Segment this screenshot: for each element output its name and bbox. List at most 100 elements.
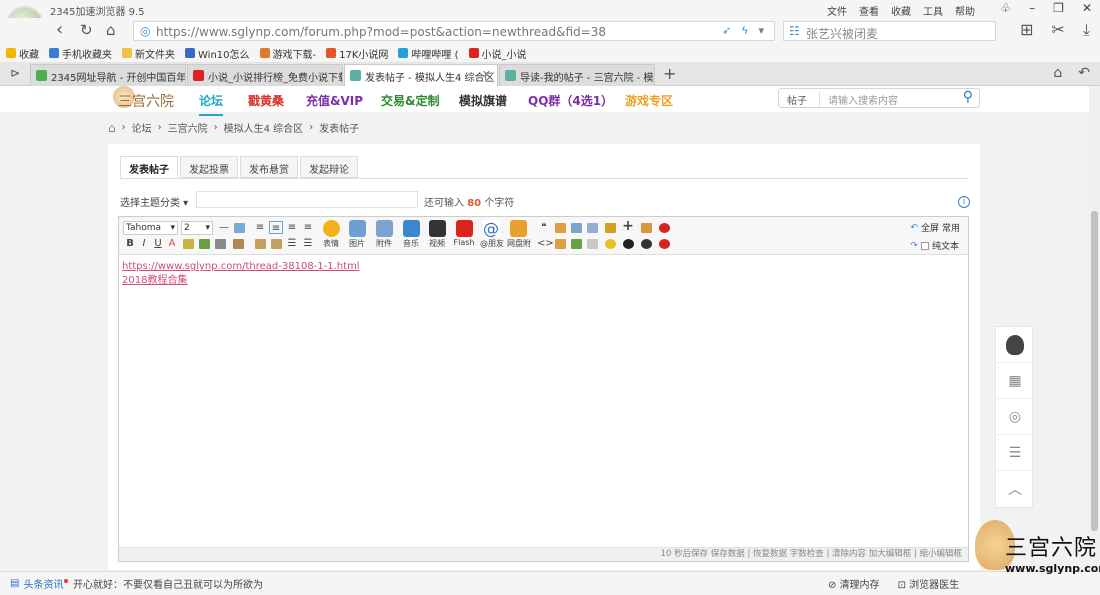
undo-icon[interactable]: ↶ xyxy=(1078,65,1090,81)
sound-icon[interactable] xyxy=(641,223,652,233)
bookmark-novel[interactable]: 小说_小说 xyxy=(468,46,527,61)
bolt-icon[interactable]: ϟ xyxy=(741,24,748,37)
tab-novel[interactable]: 小说_小说排行榜_免费小说下载 xyxy=(187,64,343,86)
extensions-icon[interactable]: ⌂ xyxy=(1053,65,1062,81)
sell-icon[interactable] xyxy=(555,239,566,249)
apps-icon[interactable]: ⊞ xyxy=(1020,20,1033,40)
home-icon[interactable]: ⌂ xyxy=(106,20,116,40)
flash-button[interactable]: Flash xyxy=(453,220,475,247)
code-icon[interactable]: <> xyxy=(537,237,554,250)
tab-reward[interactable]: 发布悬赏 xyxy=(240,156,298,178)
rocket-icon[interactable]: ➶ xyxy=(722,24,731,37)
tab-poll[interactable]: 发起投票 xyxy=(180,156,238,178)
site-logo[interactable]: 三宫六院 xyxy=(118,91,174,111)
unlink-icon[interactable] xyxy=(215,239,226,249)
weibo-icon[interactable] xyxy=(659,223,670,233)
breadcrumb-sglynp[interactable]: 三宫六院 xyxy=(168,120,208,135)
qr-code-icon[interactable]: ▦ xyxy=(996,363,1034,399)
sidebar-toggle-icon[interactable]: ⊳ xyxy=(10,66,20,80)
free-icon[interactable] xyxy=(571,223,582,233)
mention-button[interactable]: @ @朋友 xyxy=(480,220,504,249)
float-right-icon[interactable] xyxy=(271,239,282,249)
align-right-icon[interactable]: ≡ xyxy=(285,221,299,234)
menu-tools[interactable]: 工具 xyxy=(923,3,943,18)
news-link[interactable]: ▤ 头条资讯 xyxy=(10,576,69,591)
minimize-button[interactable]: – xyxy=(1029,1,1035,15)
avatar-icon[interactable] xyxy=(996,327,1034,363)
close-window-button[interactable]: ✕ xyxy=(1082,1,1092,15)
menu-file[interactable]: 文件 xyxy=(827,3,847,18)
bookmark-games[interactable]: 游戏下载- xyxy=(259,46,316,61)
font-size-select[interactable]: 2 ▾ xyxy=(181,221,213,235)
lock-icon[interactable] xyxy=(555,223,566,233)
nav-chuo[interactable]: 戳黄桑 xyxy=(248,92,284,109)
content-link[interactable]: https://www.sglynp.com/thread-38108-1-1.… xyxy=(122,260,360,274)
scrollbar-thumb[interactable] xyxy=(1091,211,1098,531)
font-color-icon[interactable]: A xyxy=(165,237,179,250)
browser-doctor-button[interactable]: ⊡ 浏览器医生 xyxy=(898,576,960,591)
tab-new-thread[interactable]: 发表帖子 - 模拟人生4 综合区 ✕ xyxy=(344,64,498,86)
back-to-top-icon[interactable]: ︿ xyxy=(996,471,1034,507)
image-button[interactable]: 图片 xyxy=(346,220,368,249)
nav-qq[interactable]: QQ群（4选1） xyxy=(528,92,613,109)
fullscreen-button[interactable]: 全屏 xyxy=(921,221,939,234)
italic-icon[interactable]: I xyxy=(137,237,151,250)
nav-forum[interactable]: 论坛 xyxy=(199,92,224,116)
tab-my-posts[interactable]: 导读-我的帖子 - 三宫六院 - 模 xyxy=(499,64,655,86)
common-button[interactable]: 常用 xyxy=(942,221,960,234)
attachment-button[interactable]: 附件 xyxy=(373,220,395,249)
music-button[interactable]: 音乐 xyxy=(400,220,422,249)
restore-button[interactable]: ❐ xyxy=(1053,1,1064,15)
nav-vip[interactable]: 充值&VIP xyxy=(306,92,363,109)
redo-icon[interactable]: ↷ xyxy=(910,241,918,251)
editor-footer[interactable]: 10 秒后保存 保存数据 | 恢复数据 字数检查 | 清除内容 加大编辑框 | … xyxy=(119,547,968,561)
back-icon[interactable]: ‹ xyxy=(56,20,63,40)
tab-new-post[interactable]: 发表帖子 xyxy=(120,156,178,178)
bookmark-mobile[interactable]: 手机收藏夹 xyxy=(49,46,112,61)
unordered-list-icon[interactable]: ☰ xyxy=(301,237,315,250)
plaintext-checkbox[interactable] xyxy=(920,241,929,250)
clean-memory-button[interactable]: ⊘ 清理内存 xyxy=(828,576,880,591)
album-icon[interactable] xyxy=(571,239,582,249)
search-type-select[interactable]: 帖子 xyxy=(787,92,807,107)
site-search-input[interactable]: 请输入搜索内容 xyxy=(819,92,898,107)
hide-icon[interactable] xyxy=(587,223,598,233)
refresh-icon[interactable]: ↻ xyxy=(80,20,93,40)
font-select[interactable]: Tahoma ▾ xyxy=(123,221,178,235)
ordered-list-icon[interactable]: ☰ xyxy=(285,237,299,250)
address-text[interactable]: https://www.sglynp.com/forum.php?mod=pos… xyxy=(156,25,606,39)
checkin-icon[interactable]: ◎ xyxy=(996,399,1034,435)
bookmark-favorites[interactable]: 收藏 xyxy=(6,46,39,61)
scissors-icon[interactable]: ✂ xyxy=(1052,20,1065,40)
qq-icon[interactable] xyxy=(623,239,634,249)
bookmark-folder[interactable]: 新文件夹 xyxy=(122,46,175,61)
align-center-icon[interactable]: ≡ xyxy=(269,221,283,234)
netdisk-button[interactable]: 网盘附 xyxy=(507,220,531,249)
dropdown-icon[interactable]: ▾ xyxy=(758,24,764,37)
tab-debate[interactable]: 发起辩论 xyxy=(300,156,358,178)
download-icon[interactable]: ⤓ xyxy=(1083,20,1090,40)
breadcrumb-forum[interactable]: 论坛 xyxy=(132,120,152,135)
home-icon[interactable]: ⌂ xyxy=(108,121,116,135)
menu-view[interactable]: 查看 xyxy=(859,3,879,18)
nav-sim[interactable]: 模拟旗谱 xyxy=(459,92,507,109)
link-icon[interactable] xyxy=(199,239,210,249)
menu-help[interactable]: 帮助 xyxy=(955,3,975,18)
skin-icon[interactable]: ♧ xyxy=(1000,1,1011,15)
address-bar[interactable]: ◎ https://www.sglynp.com/forum.php?mod=p… xyxy=(133,21,775,41)
list-icon[interactable]: ☰ xyxy=(996,435,1034,471)
info-icon[interactable]: i xyxy=(958,196,970,208)
format-brush-icon[interactable] xyxy=(233,239,244,249)
align-justify-icon[interactable]: ≡ xyxy=(301,221,315,234)
underline-icon[interactable]: U xyxy=(151,237,165,250)
search-icon[interactable]: ⚲ xyxy=(963,89,973,105)
emoji-button[interactable]: 表情 xyxy=(320,220,342,249)
netease-icon[interactable] xyxy=(659,239,670,249)
undo-icon[interactable]: ↶ xyxy=(910,223,918,233)
hr-icon[interactable]: — xyxy=(217,221,231,234)
video-button[interactable]: 视频 xyxy=(426,220,448,249)
close-tab-icon[interactable]: ✕ xyxy=(482,68,491,81)
content-link[interactable]: 2018教程合集 xyxy=(122,274,360,288)
search-text[interactable]: 张艺兴被闭麦 xyxy=(806,25,878,42)
subject-input[interactable] xyxy=(196,191,418,208)
